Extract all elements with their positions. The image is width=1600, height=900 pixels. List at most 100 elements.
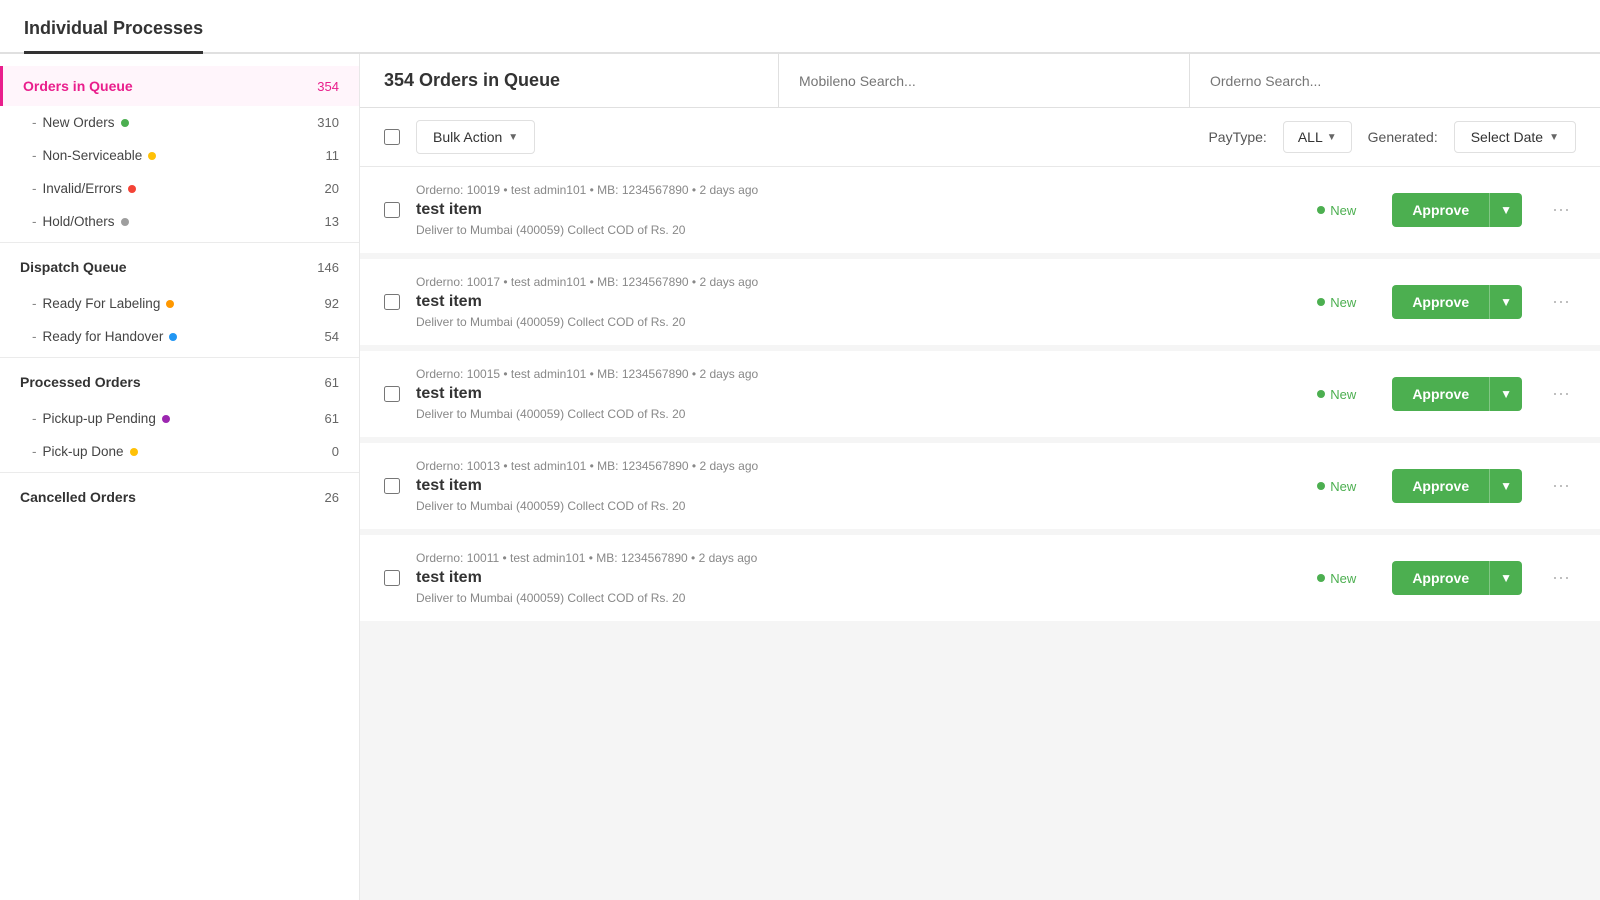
invalid-errors-badge: 20 (325, 181, 339, 196)
new-orders-dot (121, 119, 129, 127)
sidebar-item-hold-others[interactable]: - Hold/Others 13 (0, 205, 359, 238)
order-checkbox[interactable] (384, 386, 400, 402)
generated-label: Generated: (1368, 129, 1438, 145)
hold-others-dot (121, 218, 129, 226)
pickup-pending-dot (162, 415, 170, 423)
order-status: New (1276, 387, 1356, 402)
order-checkbox-wrap[interactable] (384, 570, 400, 586)
sidebar-item-new-orders[interactable]: - New Orders 310 (0, 106, 359, 139)
order-checkbox[interactable] (384, 570, 400, 586)
select-date-label: Select Date (1471, 129, 1543, 145)
order-info: Orderno: 10015 • test admin101 • MB: 123… (416, 367, 1260, 421)
order-checkbox[interactable] (384, 294, 400, 310)
dispatch-queue-text: Dispatch Queue (20, 259, 127, 275)
approve-btn-group: Approve ▼ (1392, 377, 1522, 411)
date-chevron-icon: ▼ (1549, 132, 1559, 143)
bulk-action-label: Bulk Action (433, 129, 502, 145)
select-all-checkbox-wrap[interactable] (384, 129, 400, 145)
more-options-button[interactable]: ⋯ (1546, 384, 1576, 405)
sidebar-item-processed-orders[interactable]: Processed Orders 61 (0, 362, 359, 402)
more-options-button[interactable]: ⋯ (1546, 568, 1576, 589)
sidebar-section-dispatch-queue: Dispatch Queue 146 - Ready For Labeling … (0, 247, 359, 353)
sidebar-item-ready-for-handover[interactable]: - Ready for Handover 54 (0, 320, 359, 353)
sidebar-item-pickup-pending[interactable]: - Pickup-up Pending 61 (0, 402, 359, 435)
new-orders-badge: 310 (317, 115, 339, 130)
select-all-checkbox[interactable] (384, 129, 400, 145)
more-options-button[interactable]: ⋯ (1546, 292, 1576, 313)
approve-btn-group: Approve ▼ (1392, 561, 1522, 595)
order-checkbox[interactable] (384, 202, 400, 218)
order-card: Orderno: 10013 • test admin101 • MB: 123… (360, 443, 1600, 535)
approve-button[interactable]: Approve (1392, 469, 1489, 503)
order-search-input[interactable] (1210, 73, 1580, 89)
approve-button[interactable]: Approve (1392, 561, 1489, 595)
approve-btn-group: Approve ▼ (1392, 469, 1522, 503)
order-search-area[interactable] (1190, 54, 1600, 107)
order-details: Deliver to Mumbai (400059) Collect COD o… (416, 315, 1260, 329)
order-status: New (1276, 571, 1356, 586)
page-header: Individual Processes (0, 0, 1600, 54)
mobile-search-input[interactable] (799, 73, 1169, 89)
page-title: Individual Processes (24, 18, 203, 54)
approve-button[interactable]: Approve (1392, 285, 1489, 319)
orders-list: Orderno: 10019 • test admin101 • MB: 123… (360, 167, 1600, 900)
paytype-value: ALL (1298, 129, 1323, 145)
sidebar-item-cancelled-orders[interactable]: Cancelled Orders 26 (0, 477, 359, 517)
approve-dropdown-button[interactable]: ▼ (1489, 377, 1522, 411)
order-checkbox-wrap[interactable] (384, 294, 400, 310)
sidebar-item-pick-up-done[interactable]: - Pick-up Done 0 (0, 435, 359, 468)
ready-for-handover-label: Ready for Handover (43, 329, 164, 344)
status-dot (1317, 390, 1325, 398)
pick-up-done-label: Pick-up Done (43, 444, 124, 459)
invalid-errors-dot (128, 185, 136, 193)
sidebar-section-orders-in-queue: Orders in Queue 354 - New Orders 310 - (0, 66, 359, 238)
sidebar-section-processed-orders: Processed Orders 61 - Pickup-up Pending … (0, 362, 359, 468)
ready-for-labeling-badge: 92 (325, 296, 339, 311)
sidebar-section-cancelled-orders: Cancelled Orders 26 (0, 477, 359, 517)
content-title-area: 354 Orders in Queue (360, 54, 779, 107)
pick-up-done-dot (130, 448, 138, 456)
order-meta: Orderno: 10019 • test admin101 • MB: 123… (416, 183, 1260, 197)
bulk-action-chevron-icon: ▼ (508, 132, 518, 143)
paytype-select-button[interactable]: ALL ▼ (1283, 121, 1352, 153)
approve-dropdown-button[interactable]: ▼ (1489, 561, 1522, 595)
bulk-action-button[interactable]: Bulk Action ▼ (416, 120, 535, 154)
more-options-button[interactable]: ⋯ (1546, 476, 1576, 497)
order-meta: Orderno: 10015 • test admin101 • MB: 123… (416, 367, 1260, 381)
sidebar-item-non-serviceable[interactable]: - Non-Serviceable 11 (0, 139, 359, 172)
content-title: 354 Orders in Queue (384, 70, 560, 90)
order-status: New (1276, 479, 1356, 494)
order-info: Orderno: 10011 • test admin101 • MB: 123… (416, 551, 1260, 605)
approve-button[interactable]: Approve (1392, 193, 1489, 227)
order-checkbox-wrap[interactable] (384, 478, 400, 494)
order-name: test item (416, 569, 1260, 587)
sidebar-item-invalid-errors[interactable]: - Invalid/Errors 20 (0, 172, 359, 205)
pick-up-done-badge: 0 (332, 444, 339, 459)
order-checkbox[interactable] (384, 478, 400, 494)
sidebar-item-ready-for-labeling[interactable]: - Ready For Labeling 92 (0, 287, 359, 320)
approve-btn-group: Approve ▼ (1392, 285, 1522, 319)
sidebar: Orders in Queue 354 - New Orders 310 - (0, 54, 360, 900)
approve-dropdown-button[interactable]: ▼ (1489, 193, 1522, 227)
more-options-button[interactable]: ⋯ (1546, 200, 1576, 221)
order-card: Orderno: 10015 • test admin101 • MB: 123… (360, 351, 1600, 443)
approve-button[interactable]: Approve (1392, 377, 1489, 411)
select-date-button[interactable]: Select Date ▼ (1454, 121, 1576, 153)
order-name: test item (416, 293, 1260, 311)
status-text: New (1330, 479, 1356, 494)
approve-dropdown-button[interactable]: ▼ (1489, 469, 1522, 503)
sidebar-item-orders-in-queue[interactable]: Orders in Queue 354 (0, 66, 359, 106)
order-info: Orderno: 10019 • test admin101 • MB: 123… (416, 183, 1260, 237)
ready-for-labeling-label: Ready For Labeling (43, 296, 161, 311)
orders-in-queue-text: Orders in Queue (23, 78, 133, 94)
order-checkbox-wrap[interactable] (384, 386, 400, 402)
cancelled-orders-badge: 26 (325, 490, 339, 505)
order-checkbox-wrap[interactable] (384, 202, 400, 218)
sidebar-item-dispatch-queue[interactable]: Dispatch Queue 146 (0, 247, 359, 287)
status-text: New (1330, 203, 1356, 218)
ready-for-handover-dot (169, 333, 177, 341)
mobile-search-area[interactable] (779, 54, 1190, 107)
approve-dropdown-button[interactable]: ▼ (1489, 285, 1522, 319)
content-area: 354 Orders in Queue Bulk Action ▼ (360, 54, 1600, 900)
app-container: Individual Processes Orders in Queue 354… (0, 0, 1600, 900)
